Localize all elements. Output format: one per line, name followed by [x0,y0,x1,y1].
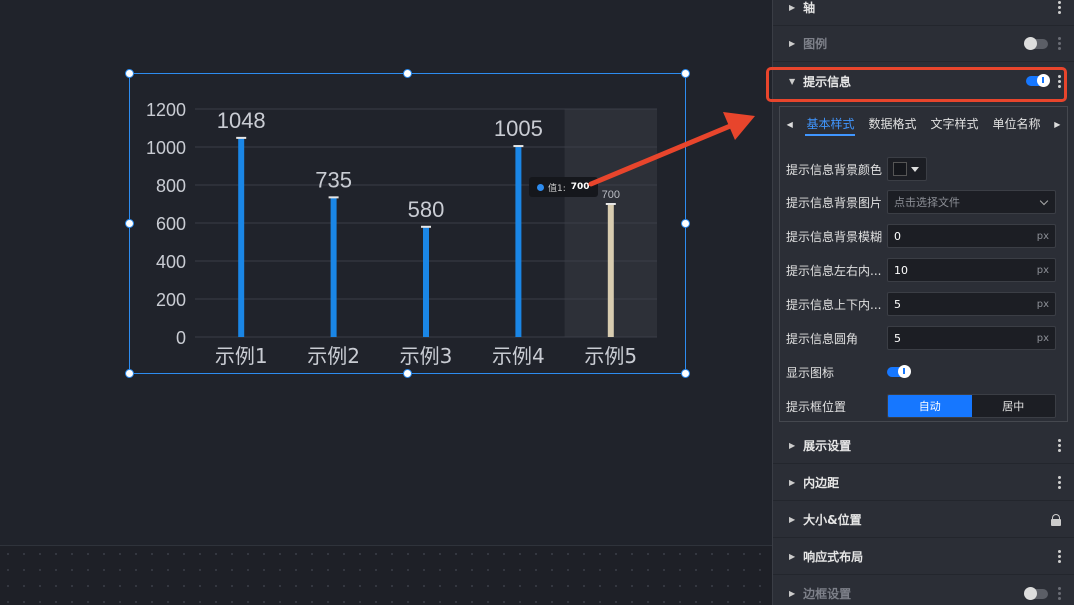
caret-right-icon: ▶ [789,39,796,48]
unit-px: px [1036,264,1049,276]
caret-right-icon: ▶ [789,478,796,487]
tab-text-style[interactable]: 文字样式 [924,107,986,141]
section-axis-label: 轴 [803,1,816,15]
color-swatch [893,162,907,176]
more-icon[interactable] [1058,476,1061,489]
section-size-position-label: 大小&位置 [803,513,862,527]
section-legend-label: 图例 [803,37,828,51]
more-icon[interactable] [1058,37,1061,50]
show-icon-label: 显示图标 [786,365,835,380]
bg-blur-label: 提示信息背景模糊 [786,229,883,244]
unit-px: px [1036,332,1049,344]
resize-handle-bottom-right[interactable] [681,369,690,378]
caret-right-icon: ▶ [789,552,796,561]
section-padding-label: 内边距 [803,476,840,490]
tab-basic-style[interactable]: 基本样式 [799,107,861,141]
canvas-bottom-area [0,545,772,605]
bg-blur-input[interactable]: 0 px [887,224,1056,248]
chevron-down-icon [1039,196,1049,206]
show-icon-toggle[interactable] [887,365,911,378]
radius-label: 提示信息圆角 [786,331,859,346]
section-display-label: 展示设置 [803,439,852,453]
lock-icon[interactable] [1051,513,1061,526]
tab-next-icon[interactable]: ▶ [1048,120,1067,129]
radius-input[interactable]: 5 px [887,326,1056,350]
section-legend[interactable]: ▶ 图例 [773,26,1074,62]
padding-tb-value: 5 [894,297,901,311]
tooltip-settings: ◀ 基本样式 数据格式 文字样式 单位名称 ▶ 提示信息背景颜色 提示信息背景图… [779,106,1068,422]
series-dot-icon [537,183,544,191]
section-axis[interactable]: ▶ 轴 [773,0,1074,26]
bg-image-label: 提示信息背景图片 [786,195,883,210]
position-auto-button[interactable]: 自动 [888,395,972,417]
section-display[interactable]: ▶ 展示设置 [773,428,1074,464]
more-icon[interactable] [1058,1,1061,14]
section-padding[interactable]: ▶ 内边距 [773,465,1074,501]
more-icon[interactable] [1058,587,1061,600]
position-center-button[interactable]: 居中 [971,395,1055,417]
section-responsive[interactable]: ▶ 响应式布局 [773,539,1074,575]
resize-handle-bottom[interactable] [403,369,412,378]
tooltip-series: 值1: [548,183,566,194]
unit-px: px [1036,298,1049,310]
bg-color-picker[interactable] [887,157,927,181]
highlight-frame [766,67,1067,102]
section-responsive-label: 响应式布局 [803,550,864,564]
border-toggle[interactable] [1024,586,1048,600]
padding-lr-label: 提示信息左右内... [786,263,882,278]
padding-lr-value: 10 [894,263,908,277]
resize-handle-top-right[interactable] [681,69,690,78]
padding-lr-input[interactable]: 10 px [887,258,1056,282]
resize-handle-left[interactable] [125,219,134,228]
resize-handle-bottom-left[interactable] [125,369,134,378]
caret-right-icon: ▶ [789,515,796,524]
position-segmented: 自动 居中 [887,394,1056,418]
position-label: 提示框位置 [786,399,847,414]
radius-value: 5 [894,331,901,345]
bg-image-placeholder: 点击选择文件 [894,196,960,209]
resize-handle-right[interactable] [681,219,690,228]
tab-data-format[interactable]: 数据格式 [861,107,923,141]
unit-px: px [1036,230,1049,242]
section-border-label: 边框设置 [803,587,852,601]
padding-tb-label: 提示信息上下内... [786,297,882,312]
bg-image-select[interactable]: 点击选择文件 [887,190,1056,214]
padding-tb-input[interactable]: 5 px [887,292,1056,316]
bg-color-label: 提示信息背景颜色 [786,162,883,177]
tab-unit-name[interactable]: 单位名称 [986,107,1048,141]
caret-right-icon: ▶ [789,441,796,450]
tab-prev-icon[interactable]: ◀ [780,120,799,129]
caret-right-icon: ▶ [789,3,796,12]
bg-blur-value: 0 [894,229,901,243]
more-icon[interactable] [1058,550,1061,563]
legend-toggle[interactable] [1024,36,1048,50]
resize-handle-top[interactable] [403,69,412,78]
caret-right-icon: ▶ [789,589,796,598]
annotation-arrow-icon [588,112,755,187]
tooltip-tabs: ◀ 基本样式 数据格式 文字样式 单位名称 ▶ [780,107,1067,141]
section-border[interactable]: ▶ 边框设置 [773,576,1074,605]
more-icon[interactable] [1058,439,1061,452]
section-size-position[interactable]: ▶ 大小&位置 [773,502,1074,538]
dropdown-arrow-icon [911,166,919,172]
resize-handle-top-left[interactable] [125,69,134,78]
